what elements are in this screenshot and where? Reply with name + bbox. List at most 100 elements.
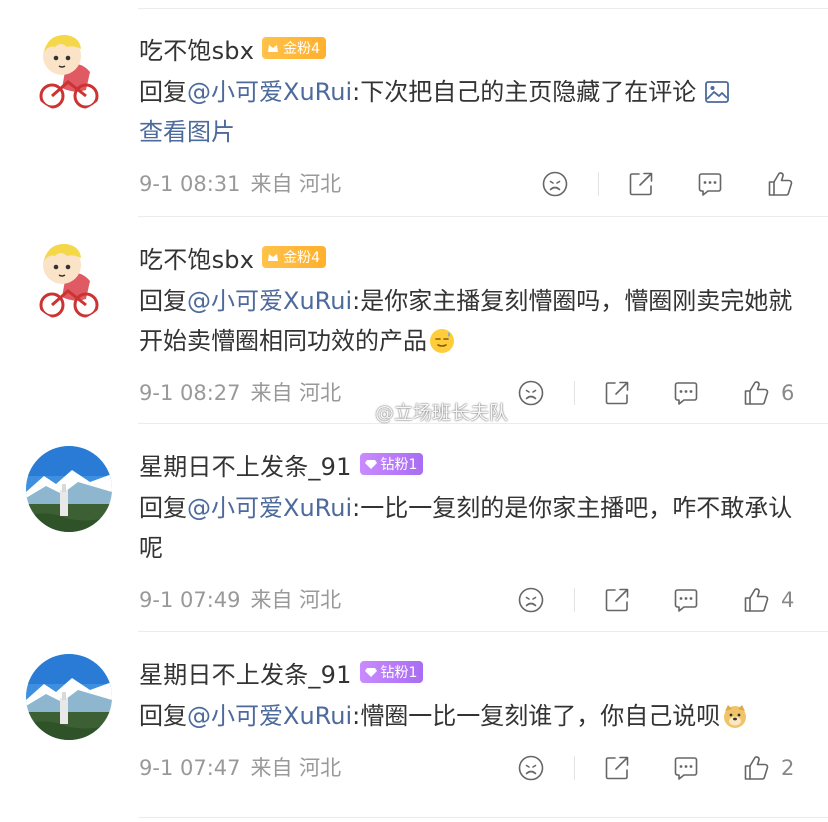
fan-badge: 钻粉1 bbox=[359, 453, 424, 475]
diamond-icon bbox=[364, 668, 377, 677]
like-count: 4 bbox=[781, 588, 795, 612]
comment-button[interactable] bbox=[695, 169, 725, 199]
action-bar bbox=[498, 169, 828, 199]
comment-separator bbox=[138, 817, 828, 818]
doge-emoji-icon bbox=[724, 705, 747, 728]
comment-meta: 9-1 07:47 来自 河北 bbox=[139, 753, 351, 783]
share-button[interactable] bbox=[602, 378, 632, 408]
sad-face-icon bbox=[516, 585, 546, 615]
action-divider bbox=[574, 588, 575, 612]
watermark: @立场班长夫队 bbox=[343, 396, 508, 426]
thumb-up-icon bbox=[765, 169, 795, 199]
dislike-button[interactable] bbox=[516, 753, 546, 783]
share-icon bbox=[602, 378, 632, 408]
mention-link[interactable]: @小可爱XuRui bbox=[187, 287, 352, 315]
comment-text: 回复@小可爱XuRui:懵圈一比一复刻谁了，你自己说呗 bbox=[139, 696, 799, 736]
reply-prefix: 回复 bbox=[139, 702, 187, 730]
username[interactable]: 星期日不上发条_91 bbox=[139, 447, 352, 482]
comment-item: 星期日不上发条_91 钻粉1 回复@小可爱XuRui:一比一复刻的是你家主播吧，… bbox=[0, 424, 828, 632]
thumb-up-icon bbox=[741, 378, 771, 408]
reply-prefix: 回复 bbox=[139, 287, 187, 315]
avatar[interactable] bbox=[26, 235, 112, 321]
share-button[interactable] bbox=[626, 169, 656, 199]
username[interactable]: 吃不饱sbx bbox=[139, 31, 254, 66]
action-bar: 4 bbox=[498, 585, 828, 615]
timestamp: 9-1 08:27 bbox=[139, 381, 241, 405]
location: 来自 河北 bbox=[250, 381, 342, 405]
diamond-icon bbox=[364, 460, 377, 469]
reply-prefix: 回复 bbox=[139, 494, 187, 522]
avatar[interactable] bbox=[26, 26, 112, 112]
share-icon bbox=[602, 585, 632, 615]
share-icon bbox=[626, 169, 656, 199]
sad-face-icon bbox=[516, 378, 546, 408]
comment-text: 回复@小可爱XuRui:一比一复刻的是你家主播吧，咋不敢承认呢 bbox=[139, 488, 799, 568]
dislike-button[interactable] bbox=[540, 169, 570, 199]
crown-icon bbox=[268, 254, 279, 261]
comment-icon bbox=[671, 753, 701, 783]
name-row: 星期日不上发条_91 钻粉1 bbox=[139, 655, 424, 690]
comment-meta: 9-1 08:27 来自 河北 bbox=[139, 378, 351, 408]
name-row: 吃不饱sbx 金粉4 bbox=[139, 240, 327, 275]
like-button[interactable] bbox=[765, 169, 805, 199]
like-button[interactable]: 4 bbox=[741, 585, 794, 615]
like-button[interactable]: 6 bbox=[741, 378, 794, 408]
avatar-scenery-image bbox=[26, 654, 112, 740]
location: 来自 河北 bbox=[250, 756, 342, 780]
sad-face-icon bbox=[540, 169, 570, 199]
action-bar: 6 bbox=[498, 378, 828, 408]
dislike-button[interactable] bbox=[516, 378, 546, 408]
like-count: 6 bbox=[781, 381, 795, 405]
comment-item: 吃不饱sbx 金粉4 回复@小可爱XuRui:是你家主播复刻懵圈吗，懵圈刚卖完她… bbox=[0, 217, 828, 424]
share-button[interactable] bbox=[602, 585, 632, 615]
comment-meta: 9-1 08:31 来自 河北 bbox=[139, 169, 351, 199]
mention-link[interactable]: @小可爱XuRui bbox=[187, 702, 352, 730]
comment-item: 吃不饱sbx 金粉4 回复@小可爱XuRui:下次把自己的主页隐藏了在评论 查看… bbox=[0, 0, 828, 217]
reply-prefix: 回复 bbox=[139, 78, 187, 106]
image-icon[interactable] bbox=[704, 80, 730, 104]
comment-item: 星期日不上发条_91 钻粉1 回复@小可爱XuRui:懵圈一比一复刻谁了，你自己… bbox=[0, 632, 828, 822]
username[interactable]: 星期日不上发条_91 bbox=[139, 655, 352, 690]
username[interactable]: 吃不饱sbx bbox=[139, 240, 254, 275]
comment-body: :懵圈一比一复刻谁了，你自己说呗 bbox=[352, 702, 721, 730]
avatar-cartoon-image bbox=[26, 235, 112, 321]
avatar-cartoon-image bbox=[26, 26, 112, 112]
comment-text: 回复@小可爱XuRui:下次把自己的主页隐藏了在评论 查看图片 bbox=[139, 72, 799, 152]
fan-badge: 金粉4 bbox=[262, 37, 327, 59]
comment-button[interactable] bbox=[671, 378, 701, 408]
like-count: 2 bbox=[781, 756, 795, 780]
fan-badge-label: 钻粉1 bbox=[380, 665, 418, 681]
comment-icon bbox=[695, 169, 725, 199]
sad-face-icon bbox=[516, 753, 546, 783]
name-row: 吃不饱sbx 金粉4 bbox=[139, 31, 327, 66]
thumb-up-icon bbox=[741, 585, 771, 615]
share-button[interactable] bbox=[602, 753, 632, 783]
view-image-link[interactable]: 查看图片 bbox=[139, 118, 235, 146]
comment-icon bbox=[671, 585, 701, 615]
comment-text: 回复@小可爱XuRui:是你家主播复刻懵圈吗，懵圈刚卖完她就开始卖懵圈相同功效的… bbox=[139, 281, 799, 361]
comment-button[interactable] bbox=[671, 585, 701, 615]
thumb-up-icon bbox=[741, 753, 771, 783]
avatar[interactable] bbox=[26, 446, 112, 532]
action-divider bbox=[574, 756, 575, 780]
watermark-text: @立场班长夫队 bbox=[375, 401, 509, 424]
mention-link[interactable]: @小可爱XuRui bbox=[187, 78, 352, 106]
sweat-smile-emoji-icon bbox=[430, 329, 454, 353]
action-divider bbox=[598, 172, 599, 196]
weibo-logo-icon bbox=[344, 402, 371, 421]
action-bar: 2 bbox=[498, 753, 828, 783]
like-button[interactable]: 2 bbox=[741, 753, 794, 783]
mention-link[interactable]: @小可爱XuRui bbox=[187, 494, 352, 522]
crown-icon bbox=[268, 45, 279, 52]
comment-icon bbox=[671, 378, 701, 408]
location: 来自 河北 bbox=[250, 588, 342, 612]
timestamp: 9-1 08:31 bbox=[139, 172, 241, 196]
fan-badge: 钻粉1 bbox=[359, 661, 424, 683]
fan-badge-label: 钻粉1 bbox=[380, 457, 418, 473]
timestamp: 9-1 07:47 bbox=[139, 756, 241, 780]
avatar[interactable] bbox=[26, 654, 112, 740]
comment-meta: 9-1 07:49 来自 河北 bbox=[139, 585, 351, 615]
dislike-button[interactable] bbox=[516, 585, 546, 615]
fan-badge-label: 金粉4 bbox=[283, 41, 321, 57]
comment-button[interactable] bbox=[671, 753, 701, 783]
